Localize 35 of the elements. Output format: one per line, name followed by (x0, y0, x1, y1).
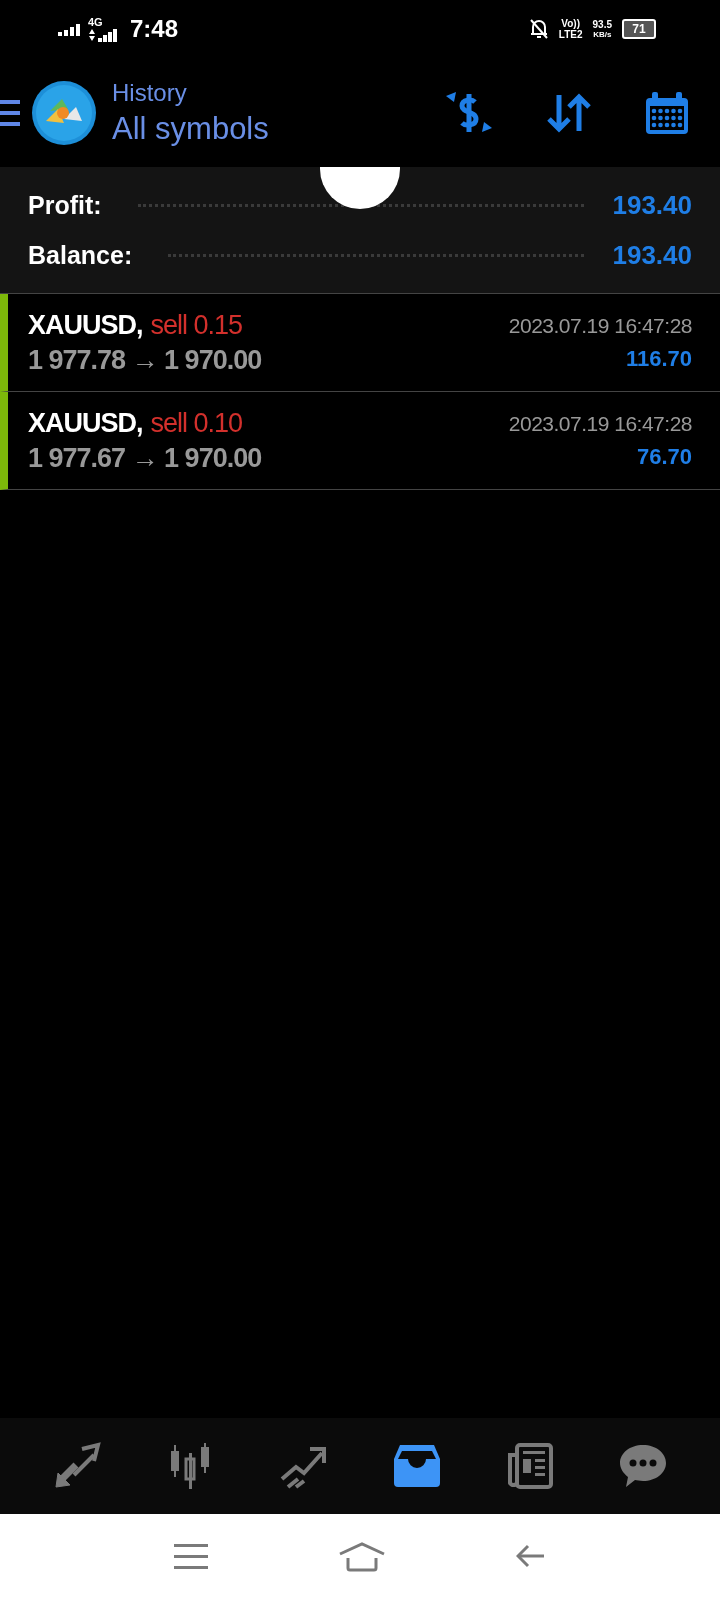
sort-icon[interactable] (546, 92, 592, 133)
speed-unit: KB/s (593, 30, 612, 39)
signal-icon (58, 22, 82, 36)
signal-icon (88, 27, 120, 42)
deal-row[interactable]: XAUUSD, sell 0.10 1 977.67 → 1 970.00 2023.07.19 16:47:28 76.70 (0, 392, 720, 490)
deal-symbol: XAUUSD, (28, 309, 143, 341)
lte-label: LTE2 (558, 29, 583, 40)
symbol-filter[interactable]: All symbols (112, 110, 269, 147)
speed-value: 93.5 (592, 19, 612, 30)
deal-time: 2023.07.19 16:47:28 (508, 411, 692, 436)
network-label: 4G (88, 16, 103, 28)
deal-order: sell 0.10 (150, 407, 243, 439)
summary-label: Profit: (28, 190, 102, 220)
calendar-icon[interactable] (644, 89, 690, 136)
battery-level: 71 (632, 22, 646, 36)
deal-time: 2023.07.19 16:47:28 (508, 313, 692, 338)
summary-value: 193.40 (612, 189, 692, 221)
deal-profit: 76.70 (636, 443, 692, 470)
deal-prices: 1 977.67 → 1 970.00 (28, 442, 262, 474)
menu-icon[interactable] (174, 1544, 208, 1570)
deal-prices: 1 977.78 → 1 970.00 (28, 344, 262, 376)
summary-value: 193.40 (612, 239, 692, 271)
volte-label: Vo)) (561, 18, 580, 29)
muted-bell-icon (528, 18, 549, 40)
deal-profit: 116.70 (625, 345, 692, 372)
deal-symbol: XAUUSD, (28, 407, 143, 439)
summary-label: Balance: (28, 240, 133, 270)
home-icon[interactable] (338, 1542, 386, 1572)
screen-title: History (112, 78, 188, 107)
back-icon[interactable] (516, 1544, 546, 1570)
menu-icon[interactable] (0, 97, 20, 128)
deal-order: sell 0.15 (150, 309, 243, 341)
app-logo-icon[interactable] (32, 80, 96, 145)
deal-row[interactable]: XAUUSD, sell 0.15 1 977.78 → 1 970.00 2023.07.19 16:47:28 116.70 (0, 294, 720, 392)
clock: 7:48 (130, 15, 179, 43)
